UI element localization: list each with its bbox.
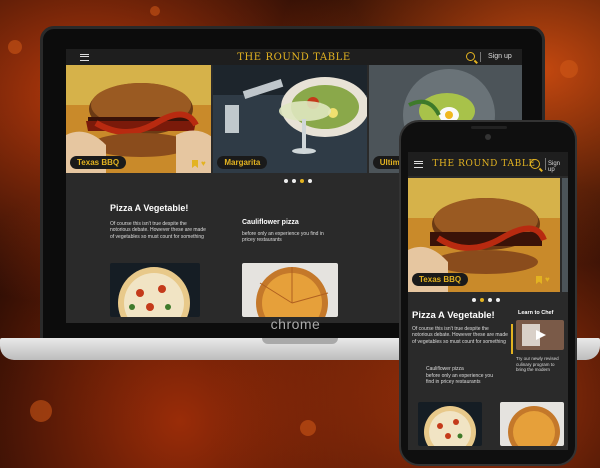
laptop-navbar: THE ROUND TABLE Sign up [66,49,522,65]
cauliflower-pizza-photo [500,402,564,446]
article-body: Of course this isn't true despite the no… [110,221,206,240]
carousel-dot-active[interactable] [300,179,304,183]
cauliflower-pizza-photo [242,263,338,317]
carousel-dot[interactable] [292,179,296,183]
slide-label: Texas BBQ [412,273,469,286]
pizza-card-image[interactable] [418,402,482,446]
article-body: Of course this isn't true despite the no… [412,326,508,345]
side-article-body: before only an experience you find in pr… [242,231,324,244]
pizza-card-image[interactable] [110,263,200,317]
phone-speaker [471,126,507,129]
bookmark-icon[interactable] [192,160,198,168]
carousel-dot[interactable] [488,298,492,302]
pizza-photo [418,402,482,446]
nav-divider [545,158,546,170]
nav-divider [480,52,481,62]
chef-video-photo [516,320,564,350]
cauliflower-pizza-card-image[interactable] [242,263,338,317]
carousel-dot[interactable] [284,179,288,183]
article-title[interactable]: Pizza A Vegetable! [412,310,495,321]
carousel-dots[interactable] [284,179,312,183]
slide-label: Margarita [217,156,268,169]
side-article-title[interactable]: Cauliflower pizza [242,219,299,226]
article-title[interactable]: Pizza A Vegetable! [110,203,188,213]
phone-display: THE ROUND TABLE Sign up Texas BBQ ♥ Pizz… [408,152,568,450]
carousel-dot[interactable] [472,298,476,302]
carousel-dot[interactable] [496,298,500,302]
laptop-notch [262,338,338,344]
slide-actions: ♥ [536,276,553,284]
brand-logo[interactable]: THE ROUND TABLE [66,52,522,63]
heart-icon[interactable]: ♥ [545,276,553,284]
carousel-slide-texas-bbq[interactable]: Texas BBQ ♥ [66,65,212,173]
background-speck [300,420,316,436]
background-speck [560,60,578,78]
background-speck [150,6,160,16]
phone-camera [485,134,491,140]
learn-accent-bar [511,324,513,354]
side-article-body: before only an experience you find in pr… [426,373,493,386]
phone-carousel-slide-texas-bbq[interactable]: Texas BBQ ♥ [408,178,560,292]
carousel-dot[interactable] [308,179,312,183]
slide-label: Texas BBQ [70,156,127,169]
background-speck [8,40,22,54]
heart-icon[interactable]: ♥ [201,160,209,168]
pizza-photo [110,263,200,317]
learn-title[interactable]: Learn to Chef [518,310,553,316]
carousel-slide-margarita[interactable]: Margarita [213,65,367,173]
background-speck [30,400,52,422]
phone-navbar: THE ROUND TABLE Sign up [408,152,568,176]
learn-video-thumb[interactable] [516,320,564,350]
learn-body: Try our newly revised culinary program t… [516,356,559,373]
signup-link[interactable]: Sign up [488,53,512,60]
search-icon[interactable] [466,52,475,61]
carousel-dot-active[interactable] [480,298,484,302]
brand-logo[interactable]: THE ROUND TABLE [408,159,568,169]
slide-actions: ♥ [192,160,209,168]
signup-link[interactable]: Sign up [548,161,568,173]
next-slide-peek[interactable] [562,178,568,292]
phone: THE ROUND TABLE Sign up Texas BBQ ♥ Pizz… [399,120,577,466]
search-icon[interactable] [530,159,540,169]
bookmark-icon[interactable] [536,276,542,284]
side-article-title[interactable]: Cauliflower pizza [426,366,464,372]
cauliflower-pizza-card-image[interactable] [500,402,564,446]
carousel-dots[interactable] [472,298,500,302]
